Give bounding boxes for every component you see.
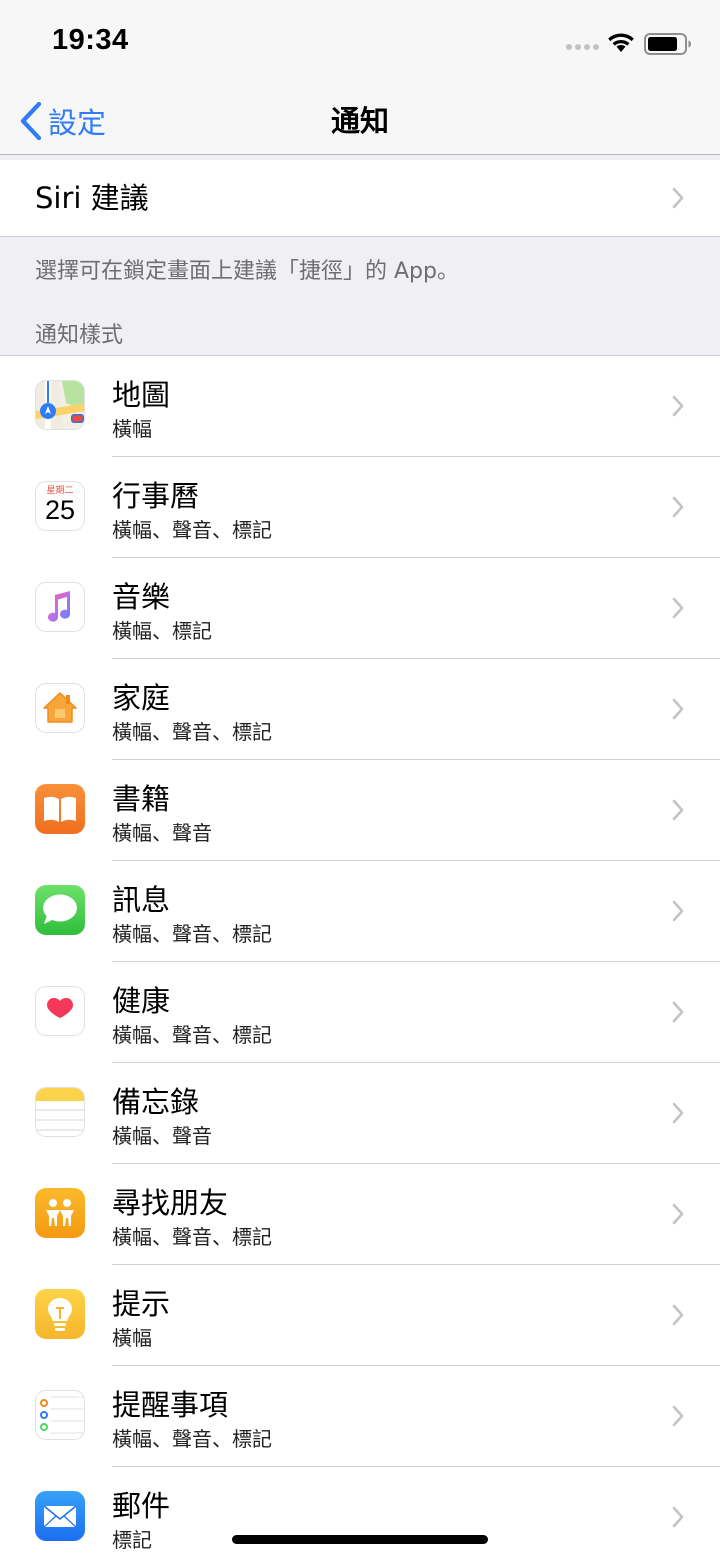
tips-icon (35, 1289, 85, 1339)
app-name: 備忘錄 (112, 1085, 200, 1119)
app-name: 健康 (112, 984, 171, 1018)
app-notification-detail: 橫幅、聲音、標記 (112, 1427, 272, 1451)
calendar-icon-date: 25 (44, 495, 76, 525)
calendar-icon: 星期二 25 (35, 481, 85, 531)
app-name: 音樂 (112, 580, 171, 614)
music-icon (35, 582, 85, 632)
app-row-home[interactable]: 家庭 橫幅、聲音、標記 (0, 659, 720, 760)
app-name: 行事曆 (112, 479, 200, 513)
app-notification-detail: 橫幅、聲音、標記 (112, 922, 272, 946)
app-notification-detail: 橫幅、聲音、標記 (112, 518, 272, 542)
chevron-right-icon (672, 698, 684, 720)
chevron-right-icon (672, 1203, 684, 1225)
home-indicator[interactable] (232, 1535, 488, 1544)
app-name: 郵件 (112, 1489, 171, 1523)
chevron-right-icon (672, 1102, 684, 1124)
app-notification-detail: 橫幅 (112, 1326, 152, 1350)
mail-icon (35, 1491, 85, 1541)
app-row-notes[interactable]: 備忘錄 橫幅、聲音 (0, 1063, 720, 1164)
app-row-messages[interactable]: 訊息 橫幅、聲音、標記 (0, 861, 720, 962)
app-row-music[interactable]: 音樂 橫幅、標記 (0, 558, 720, 659)
cellular-signal-icon (566, 44, 599, 50)
app-name: 家庭 (112, 681, 171, 715)
section-header-notification-style: 通知樣式 (35, 323, 124, 348)
app-row-maps[interactable]: 地圖 橫幅 (0, 356, 720, 457)
app-name: 尋找朋友 (112, 1186, 229, 1220)
app-row-reminders[interactable]: 提醒事項 橫幅、聲音、標記 (0, 1366, 720, 1467)
app-name: 提示 (112, 1287, 171, 1321)
page-title: 通知 (330, 104, 389, 138)
app-name: 地圖 (112, 378, 171, 412)
status-time: 19:34 (52, 24, 129, 56)
app-notification-detail: 橫幅、聲音、標記 (112, 1225, 272, 1249)
find-friends-icon (35, 1188, 85, 1238)
siri-suggestions-label: Siri 建議 (35, 181, 149, 215)
chevron-right-icon (672, 187, 684, 209)
chevron-right-icon (672, 1304, 684, 1326)
siri-footer-note: 選擇可在鎖定畫面上建議「捷徑」的 App。 (35, 259, 459, 284)
chevron-right-icon (672, 1001, 684, 1023)
app-notification-detail: 橫幅、聲音 (112, 821, 212, 845)
chevron-right-icon (672, 1506, 684, 1528)
home-icon (35, 683, 85, 733)
app-notification-detail: 標記 (112, 1528, 152, 1552)
app-row-find-friends[interactable]: 尋找朋友 橫幅、聲音、標記 (0, 1164, 720, 1265)
app-row-tips[interactable]: 提示 橫幅 (0, 1265, 720, 1366)
app-row-calendar[interactable]: 星期二 25 行事曆 橫幅、聲音、標記 (0, 457, 720, 558)
battery-icon (644, 33, 691, 55)
section-group-spacer: 選擇可在鎖定畫面上建議「捷徑」的 App。 通知樣式 (0, 237, 720, 356)
health-icon (35, 986, 85, 1036)
app-notification-detail: 橫幅、標記 (112, 619, 212, 643)
notes-icon (35, 1087, 85, 1137)
app-name: 訊息 (112, 883, 171, 917)
reminders-icon (35, 1390, 85, 1440)
siri-suggestions-row[interactable]: Siri 建議 (0, 160, 720, 237)
chevron-right-icon (672, 900, 684, 922)
app-row-health[interactable]: 健康 橫幅、聲音、標記 (0, 962, 720, 1063)
app-notification-detail: 橫幅、聲音、標記 (112, 720, 272, 744)
app-notification-list: 地圖 橫幅 星期二 25 行事曆 橫幅、聲音、標記 音樂 橫幅、標記 家庭 橫幅… (0, 356, 720, 1568)
wifi-icon (608, 33, 634, 52)
messages-icon (35, 885, 85, 935)
books-icon (35, 784, 85, 834)
app-name: 書籍 (112, 782, 171, 816)
app-notification-detail: 橫幅、聲音 (112, 1124, 212, 1148)
app-notification-detail: 橫幅、聲音、標記 (112, 1023, 272, 1047)
app-row-mail[interactable]: 郵件 標記 (0, 1467, 720, 1568)
chevron-right-icon (672, 395, 684, 417)
maps-icon (35, 380, 85, 430)
chevron-right-icon (672, 1405, 684, 1427)
chevron-right-icon (672, 496, 684, 518)
app-name: 提醒事項 (112, 1388, 229, 1422)
navigation-bar: 設定 通知 (0, 88, 720, 155)
status-bar: 19:34 (0, 0, 720, 88)
app-notification-detail: 橫幅 (112, 417, 152, 441)
chevron-right-icon (672, 597, 684, 619)
app-row-books[interactable]: 書籍 橫幅、聲音 (0, 760, 720, 861)
chevron-right-icon (672, 799, 684, 821)
